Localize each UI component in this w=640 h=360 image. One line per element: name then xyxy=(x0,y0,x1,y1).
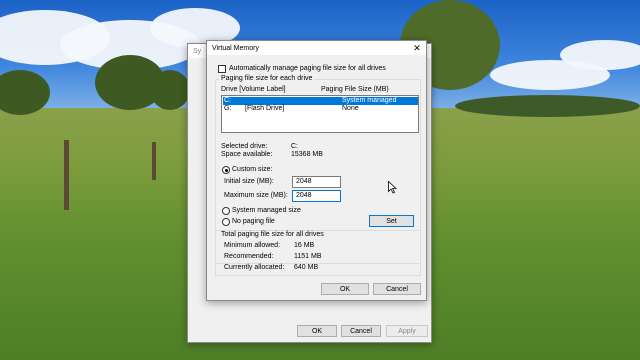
total-group: Total paging file size for all drives Mi… xyxy=(215,231,421,276)
maximum-size-label: Maximum size (MB): xyxy=(224,192,288,199)
drive-listbox[interactable]: C: System managed G: [Flash Drive] None xyxy=(221,95,419,133)
back-cancel-button[interactable]: Cancel xyxy=(341,325,381,337)
wallpaper-fence-post xyxy=(64,140,69,210)
mouse-cursor-icon xyxy=(388,181,397,194)
auto-manage-checkbox[interactable] xyxy=(218,65,226,73)
wallpaper-cloud xyxy=(560,40,640,70)
drive-row-c[interactable]: C: System managed xyxy=(223,97,418,105)
recommended-value: 1151 MB xyxy=(294,253,322,260)
column-size-header: Paging File Size (MB) xyxy=(321,86,389,93)
drive-paging-size: System managed xyxy=(342,97,397,104)
paging-group-label: Paging file size for each drive xyxy=(219,75,315,82)
custom-size-label: Custom size: xyxy=(232,166,273,173)
no-paging-label: No paging file xyxy=(232,218,275,225)
back-ok-button[interactable]: OK xyxy=(297,325,337,337)
currently-allocated-label: Currently allocated: xyxy=(224,264,285,271)
dialog-titlebar: Virtual Memory ✕ xyxy=(207,41,426,55)
maximum-size-input[interactable]: 2048 xyxy=(292,190,341,202)
system-managed-radio[interactable] xyxy=(222,207,230,215)
ok-button[interactable]: OK xyxy=(321,283,369,295)
space-available-label: Space available: xyxy=(221,151,273,158)
column-drive-header: Drive [Volume Label] xyxy=(221,86,286,93)
initial-size-input[interactable]: 2048 xyxy=(292,176,341,188)
selected-drive-value: C: xyxy=(291,143,298,150)
total-group-label: Total paging file size for all drives xyxy=(219,231,326,238)
drive-paging-size: None xyxy=(342,105,359,112)
drive-letter: C: xyxy=(224,97,231,104)
min-allowed-label: Minimum allowed: xyxy=(224,242,281,249)
cancel-button[interactable]: Cancel xyxy=(373,283,421,295)
drive-volume-label: [Flash Drive] xyxy=(245,105,285,112)
no-paging-radio[interactable] xyxy=(222,218,230,226)
set-button[interactable]: Set xyxy=(369,215,414,227)
selected-drive-label: Selected drive: xyxy=(221,143,268,150)
wallpaper-treeline xyxy=(455,95,640,117)
drive-row-g[interactable]: G: [Flash Drive] None xyxy=(223,105,418,113)
wallpaper-tree xyxy=(150,70,190,110)
virtual-memory-dialog: Virtual Memory ✕ Automatically manage pa… xyxy=(206,40,427,301)
space-available-value: 15368 MB xyxy=(291,151,323,158)
drive-letter: G: xyxy=(224,105,232,112)
initial-size-label: Initial size (MB): xyxy=(224,178,274,185)
back-apply-button[interactable]: Apply xyxy=(386,325,428,337)
dialog-title: Virtual Memory xyxy=(212,44,259,52)
currently-allocated-value: 640 MB xyxy=(294,264,319,271)
min-allowed-value: 16 MB xyxy=(294,242,315,249)
system-managed-label: System managed size xyxy=(232,207,301,214)
close-icon[interactable]: ✕ xyxy=(408,41,426,55)
auto-manage-label: Automatically manage paging file size fo… xyxy=(229,65,386,72)
custom-size-radio[interactable] xyxy=(222,166,230,174)
wallpaper-fence-post xyxy=(152,142,156,180)
recommended-label: Recommended: xyxy=(224,253,274,260)
